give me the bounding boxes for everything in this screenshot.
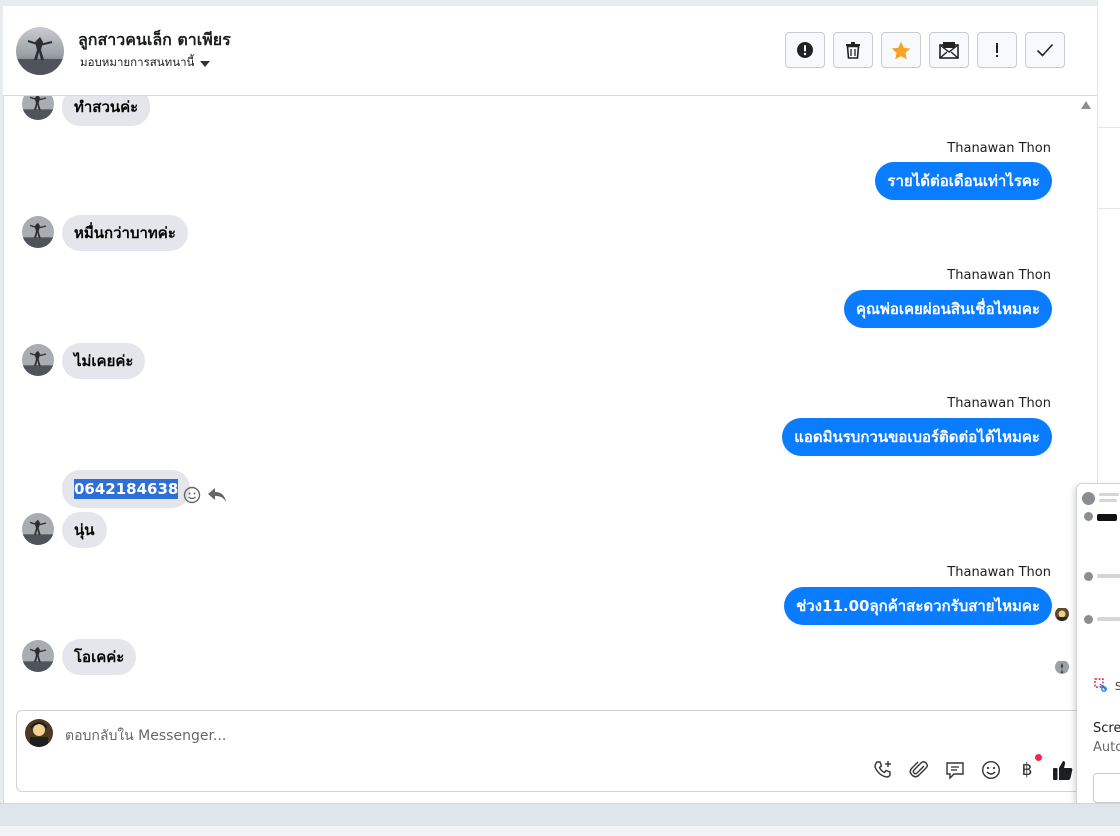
assign-conversation-dropdown[interactable]: มอบหมายการสนทนานี้ [80,54,211,72]
attachment-button[interactable] [908,759,930,781]
incoming-message[interactable]: ทำสวนค่ะ [62,96,151,126]
selected-text[interactable]: 0642184638 [74,479,179,499]
popup-subtitle: Auto [1093,740,1120,755]
popup-app-label: S [1115,680,1120,693]
emoji-icon [981,760,1001,780]
emoji-button[interactable] [980,759,1002,781]
message-input[interactable]: ตอบกลับใน Messenger... [65,725,226,747]
delete-button[interactable] [833,32,873,68]
message-thread[interactable]: ทำสวนค่ะ Thanawan Thon รายได้ต่อเดือนเท่… [3,96,1097,706]
read-receipt-avatar [1055,607,1069,621]
like-button[interactable] [1052,759,1074,781]
attachment-icon [909,761,928,778]
incoming-message-phone[interactable]: 0642184638 [62,470,191,508]
scroll-up-arrow-icon[interactable] [1081,101,1091,109]
mark-done-button[interactable] [1025,32,1065,68]
sender-name: Thanawan Thon [947,141,1051,156]
outgoing-message[interactable]: ช่วง11.00ลุกค้าสะดวกรับสายไหมคะ [784,587,1052,625]
sender-name: Thanawan Thon [947,565,1051,580]
mark-unread-icon [939,42,959,59]
contact-avatar-small [22,640,54,672]
incoming-message[interactable]: ไม่เคยค่ะ [62,343,146,379]
incoming-message[interactable]: นุ่น [62,512,107,548]
star-icon [891,41,911,59]
notification-dot [1035,754,1042,761]
alert-icon [797,42,813,58]
star-button[interactable] [881,32,921,68]
popup-title: Scree [1093,721,1120,736]
reply-icon[interactable] [207,486,227,504]
outgoing-message[interactable]: รายได้ต่อเดือนเท่าไรคะ [875,162,1052,200]
exclamation-icon [996,43,998,57]
contact-avatar[interactable] [16,27,64,75]
popup-action-button[interactable] [1093,773,1120,803]
call-add-button[interactable] [872,759,894,781]
snipping-tool-icon [1094,678,1107,692]
outgoing-message[interactable]: คุณพ่อเคยผ่อนสินเชื่อไหมคะ [844,290,1052,328]
sender-name: Thanawan Thon [947,396,1051,411]
incoming-message[interactable]: หมื่นกว่าบาทค่ะ [62,215,188,251]
conversation-header: ลูกสาวคนเล็ก ตาเพียร มอบหมายการสนทนานี้ [3,6,1097,96]
sender-name: Thanawan Thon [947,268,1051,283]
like-icon [1053,761,1073,780]
saved-reply-icon [946,762,964,780]
app-window: ลูกสาวคนเล็ก ตาเพียร มอบหมายการสนทนานี้ [0,0,1120,836]
contact-avatar-small [22,513,54,545]
check-icon [1036,43,1054,57]
payment-button[interactable]: ฿ [1016,754,1042,781]
follow-up-button[interactable] [977,32,1017,68]
contact-avatar-small [22,96,54,120]
mark-unread-button[interactable] [929,32,969,68]
assign-label: มอบหมายการสนทนานี้ [80,55,195,69]
call-add-icon [874,761,891,778]
contact-name: ลูกสาวคนเล็ก ตาเพียร [78,30,231,49]
agent-avatar [25,719,53,747]
conversation-toolbar [785,32,1065,68]
screenshot-popup[interactable]: S Scree Auto [1076,483,1120,817]
react-emoji-icon[interactable] [183,486,201,504]
composer-tools: ฿ [872,754,1074,781]
payment-icon: ฿ [1021,760,1033,780]
outgoing-message[interactable]: แอดมินรบกวนขอเบอร์ติดต่อได้ไหมคะ [782,418,1052,456]
trash-icon [846,42,860,59]
saved-reply-button[interactable] [944,759,966,781]
incoming-message[interactable]: โอเคค่ะ [62,639,137,675]
popup-thumbnail [1077,484,1120,654]
caret-down-icon [200,61,211,67]
seen-avatar [1055,660,1069,674]
contact-avatar-small [22,344,54,376]
alert-button[interactable] [785,32,825,68]
taskbar-edge [0,803,1120,836]
contact-avatar-small [22,216,54,248]
reply-composer[interactable]: ตอบกลับใน Messenger... ฿ [16,710,1092,792]
